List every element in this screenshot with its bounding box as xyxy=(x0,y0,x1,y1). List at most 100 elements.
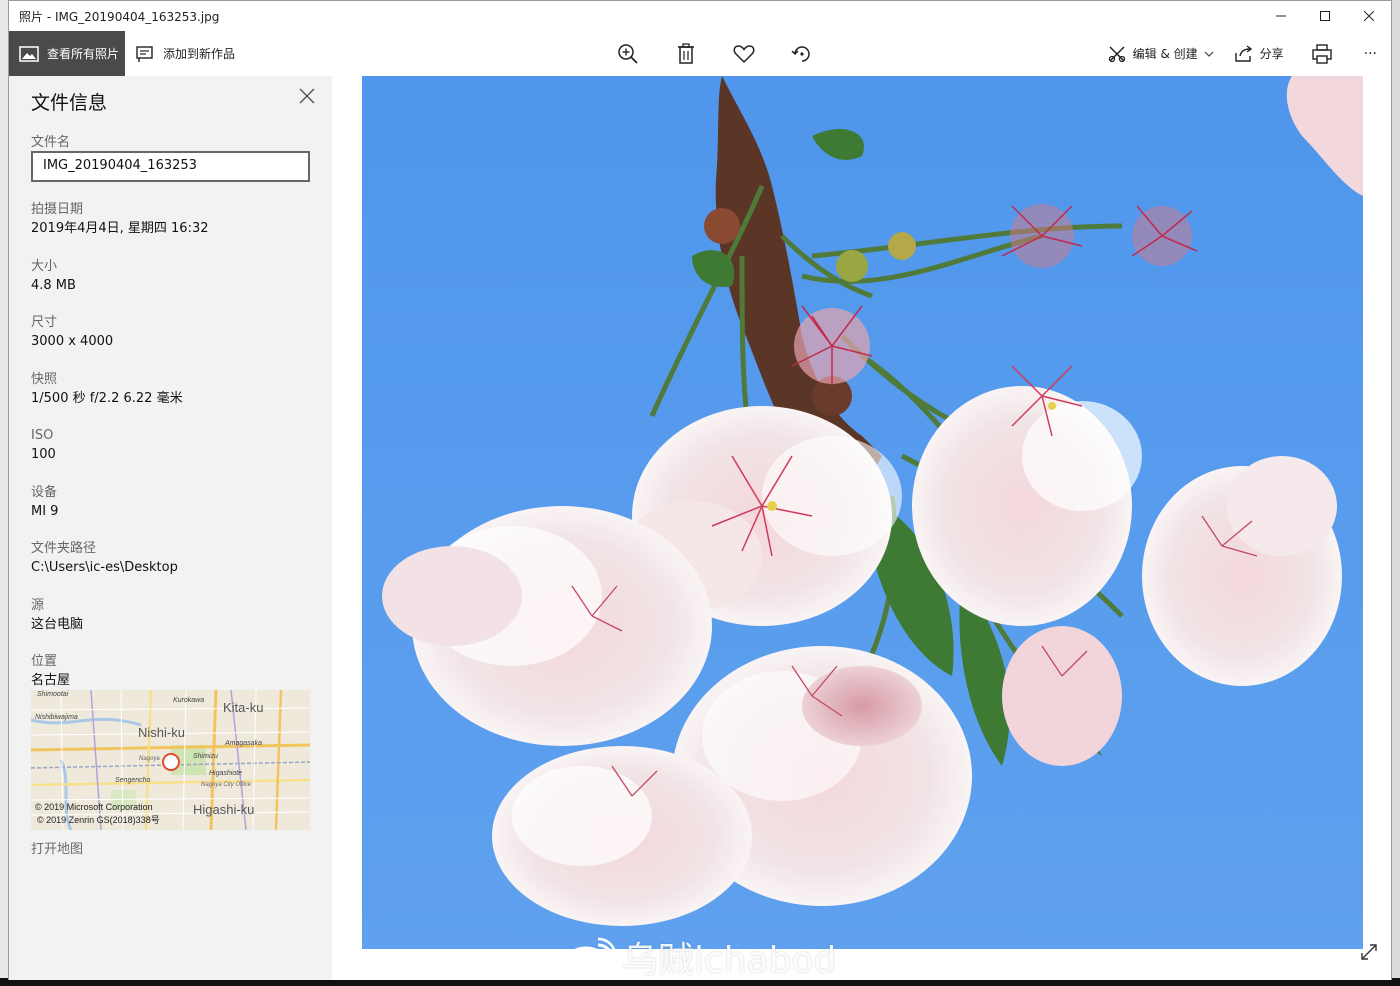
chevron-down-icon xyxy=(1204,51,1214,57)
device-label: 设备 xyxy=(31,485,58,500)
location-marker xyxy=(162,753,180,771)
map-label-amagasaka: Amagasaka xyxy=(224,740,262,747)
close-icon xyxy=(299,88,315,104)
rotate-button[interactable] xyxy=(773,31,831,76)
device-value: MI 9 xyxy=(31,504,59,519)
map-label-shimootai: Shimootai xyxy=(37,691,69,698)
blossom xyxy=(492,746,752,926)
watermark-text: 乌贼ichabod xyxy=(622,940,837,981)
map-label-nishibiwajima: Nishibiwajima xyxy=(35,714,78,721)
rotate-icon xyxy=(791,45,810,62)
printer-icon xyxy=(1311,43,1332,64)
minimize-button[interactable] xyxy=(1259,1,1303,31)
dimensions-label: 尺寸 xyxy=(31,315,58,330)
snapshot-label: 快照 xyxy=(31,372,58,387)
photos-icon xyxy=(19,45,39,62)
trash-icon xyxy=(678,42,694,64)
device-field: 设备 MI 9 xyxy=(31,484,58,521)
zoom-in-icon xyxy=(618,43,638,64)
favorite-button[interactable] xyxy=(715,31,773,76)
map-label-higashi: Higashi-ku xyxy=(193,802,254,817)
map-label-city-office: Nagoya City Office xyxy=(201,782,252,788)
location-label: 位置 xyxy=(31,654,58,669)
share-icon xyxy=(1234,44,1252,62)
title-bar: 照片 - IMG_20190404_163253.jpg xyxy=(9,1,1391,31)
date-label: 拍摄日期 xyxy=(31,202,84,217)
edit-create-label: 编辑 & 创建 xyxy=(1132,47,1198,61)
desktop-background-left xyxy=(0,0,8,986)
share-button[interactable]: 分享 xyxy=(1224,31,1294,76)
add-to-creation-button[interactable]: 添加到新作品 xyxy=(135,31,235,76)
map-label-shimizu: Shimizu xyxy=(193,753,218,760)
center-toolbar xyxy=(599,31,831,76)
right-toolbar: 编辑 & 创建 分享 ··· xyxy=(1097,31,1391,76)
date-value: 2019年4月4日, 星期四 16:32 xyxy=(31,221,209,236)
folder-value: C:\Users\ic-es\Desktop xyxy=(31,560,178,575)
map-graphic: Kita-ku Nishi-ku Higashi-ku Kurokawa Shi… xyxy=(31,690,310,830)
delete-button[interactable] xyxy=(657,31,715,76)
iso-value: 100 xyxy=(31,447,56,462)
maximize-icon xyxy=(1320,11,1330,21)
edit-create-icon xyxy=(1108,45,1125,62)
file-info-panel: 文件信息 文件名 IMG_20190404_163253 拍摄日期 2019年4… xyxy=(9,76,332,980)
location-field: 位置 名古屋 xyxy=(31,653,70,690)
snapshot-value: 1/500 秒 f/2.2 6.22 毫米 xyxy=(31,391,183,406)
size-value: 4.8 MB xyxy=(31,278,76,293)
map-label-kita: Kita-ku xyxy=(223,700,263,715)
map-copyright-microsoft: © 2019 Microsoft Corporation xyxy=(35,802,153,812)
weibo-logo-icon xyxy=(565,937,616,976)
filename-field: 文件名 xyxy=(31,134,70,152)
map-label-nishi: Nishi-ku xyxy=(138,725,185,740)
photos-app-window: 照片 - IMG_20190404_163253.jpg 查看所有照片 添加到新… xyxy=(8,0,1392,983)
view-all-photos-label: 查看所有照片 xyxy=(47,47,120,61)
zoom-button[interactable] xyxy=(599,31,657,76)
open-map-link[interactable]: 打开地图 xyxy=(31,838,83,857)
filename-label: 文件名 xyxy=(31,135,71,150)
watermark: 乌贼ichabod xyxy=(564,931,836,983)
cherry-blossom-photo[interactable] xyxy=(362,76,1363,949)
blossom xyxy=(1002,626,1122,766)
close-window-button[interactable] xyxy=(1347,1,1391,31)
expand-fullscreen-button[interactable] xyxy=(1359,942,1379,962)
iso-field: ISO 100 xyxy=(31,427,56,464)
map-label-nagoya: Nagoya xyxy=(139,756,160,762)
panel-title: 文件信息 xyxy=(31,92,108,114)
view-all-photos-button[interactable]: 查看所有照片 xyxy=(9,31,125,76)
snapshot-field: 快照 1/500 秒 f/2.2 6.22 毫米 xyxy=(31,371,183,408)
map-copyright-zenrin: © 2019 Zenrin GS(2018)338号 xyxy=(37,815,160,825)
size-label: 大小 xyxy=(31,259,58,274)
location-map[interactable]: Kita-ku Nishi-ku Higashi-ku Kurokawa Shi… xyxy=(31,690,310,830)
size-field: 大小 4.8 MB xyxy=(31,258,76,295)
close-panel-button[interactable] xyxy=(299,88,319,108)
add-creation-icon xyxy=(136,45,153,62)
folder-field: 文件夹路径 C:\Users\ic-es\Desktop xyxy=(31,540,178,577)
date-field: 拍摄日期 2019年4月4日, 星期四 16:32 xyxy=(31,201,209,238)
location-value: 名古屋 xyxy=(31,673,71,688)
close-icon xyxy=(1364,11,1374,21)
source-field: 源 这台电脑 xyxy=(31,597,83,634)
map-label-sengencho: Sengencho xyxy=(115,777,151,784)
filename-input[interactable]: IMG_20190404_163253 xyxy=(31,151,310,182)
window-title: 照片 - IMG_20190404_163253.jpg xyxy=(19,9,220,24)
folder-label: 文件夹路径 xyxy=(31,541,97,556)
iso-label: ISO xyxy=(31,428,54,443)
dimensions-field: 尺寸 3000 x 4000 xyxy=(31,314,113,351)
photo-image xyxy=(362,76,1363,949)
minimize-icon xyxy=(1276,15,1286,17)
add-to-creation-label: 添加到新作品 xyxy=(163,47,236,61)
source-label: 源 xyxy=(31,598,45,613)
window-controls xyxy=(1259,1,1391,31)
map-label-kurokawa: Kurokawa xyxy=(173,697,204,704)
maximize-button[interactable] xyxy=(1303,1,1347,31)
more-options-button[interactable]: ··· xyxy=(1356,31,1391,76)
more-options-label: ··· xyxy=(1363,45,1377,62)
print-button[interactable] xyxy=(1294,31,1356,76)
dimensions-value: 3000 x 4000 xyxy=(31,334,114,349)
map-label-higashiote: Higashiote xyxy=(209,770,242,777)
app-toolbar: 查看所有照片 添加到新作品 编辑 & 创建 分享 ··· xyxy=(9,31,1391,76)
edit-create-button[interactable]: 编辑 & 创建 xyxy=(1097,31,1224,76)
share-label: 分享 xyxy=(1259,47,1284,61)
photo-viewer: 乌贼ichabod xyxy=(332,76,1391,983)
expand-icon xyxy=(1361,944,1377,960)
heart-icon xyxy=(733,44,755,63)
